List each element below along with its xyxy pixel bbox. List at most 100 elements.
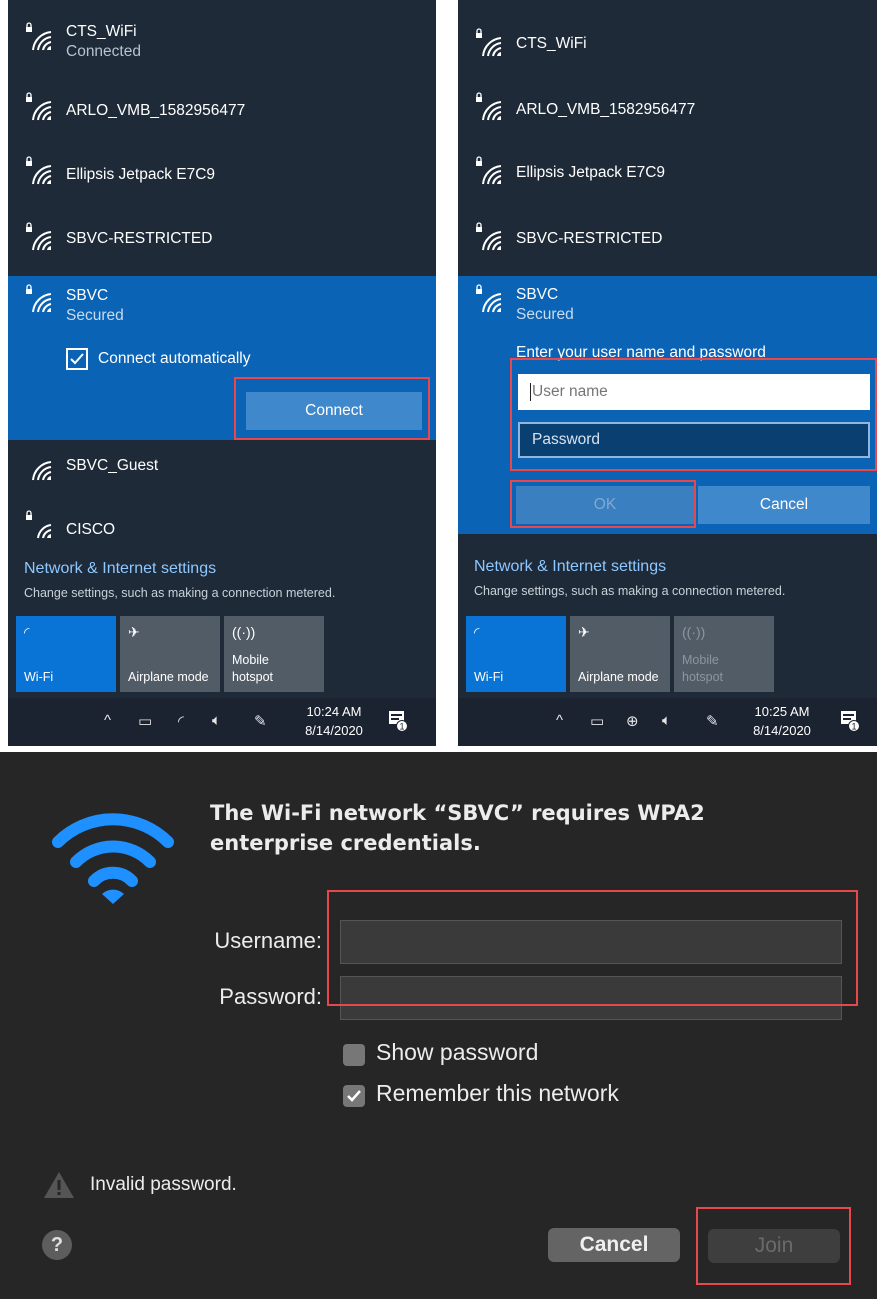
network-item-arlo[interactable]: ARLO_VMB_1582956477 bbox=[458, 92, 877, 132]
tile-label: Wi-Fi bbox=[474, 670, 504, 684]
credentials-prompt: Enter your user name and password bbox=[516, 344, 766, 361]
network-item-cisco[interactable]: CISCO bbox=[8, 510, 436, 546]
connect-automatically-checkbox[interactable] bbox=[66, 348, 88, 370]
username-input[interactable]: User name bbox=[518, 374, 870, 410]
notification-count: 1 bbox=[399, 722, 404, 732]
airplane-icon: ✈ bbox=[128, 624, 140, 640]
network-name: SBVC bbox=[516, 286, 559, 303]
network-name: SBVC-RESTRICTED bbox=[66, 230, 213, 247]
chevron-up-icon[interactable]: ^ bbox=[556, 712, 563, 729]
checkbox-checked-icon bbox=[347, 1090, 361, 1102]
network-item-cts-wifi[interactable]: CTS_WiFi Connected bbox=[8, 22, 436, 82]
wifi-tile[interactable]: ◜ Wi-Fi bbox=[466, 616, 566, 692]
network-item-cts-wifi[interactable]: CTS_WiFi bbox=[458, 28, 877, 68]
ok-button[interactable]: OK bbox=[516, 486, 694, 524]
wifi-secured-icon bbox=[26, 22, 52, 51]
remember-network-label: Remember this network bbox=[376, 1080, 619, 1106]
network-item-sbvc-restricted[interactable]: SBVC-RESTRICTED bbox=[458, 222, 877, 262]
tile-label: Mobile hotspot bbox=[232, 653, 274, 684]
wifi-secured-icon bbox=[476, 222, 502, 251]
wifi-secured-icon bbox=[26, 156, 52, 185]
network-status: Secured bbox=[516, 306, 574, 323]
network-item-sbvc-guest[interactable]: SBVC_Guest bbox=[8, 452, 436, 488]
notification-icon[interactable]: 1 bbox=[388, 710, 408, 732]
chevron-up-icon[interactable]: ^ bbox=[104, 712, 111, 729]
show-password-checkbox[interactable] bbox=[343, 1044, 365, 1066]
network-settings-link[interactable]: Network & Internet settings bbox=[24, 560, 216, 578]
mobile-hotspot-tile[interactable]: ((·)) Mobile hotspot bbox=[224, 616, 324, 692]
globe-icon[interactable]: ⊕ bbox=[626, 712, 639, 730]
mac-wifi-credentials-dialog: The Wi-Fi network “SBVC” requires WPA2 e… bbox=[0, 752, 877, 1299]
volume-icon[interactable]: 🔈︎ bbox=[212, 712, 221, 729]
dialog-title: The Wi-Fi network “SBVC” requires WPA2 e… bbox=[210, 801, 705, 855]
wifi-secured-icon bbox=[476, 92, 502, 121]
windows-network-flyout-left: CTS_WiFi Connected ARLO_VMB_1582956477 E… bbox=[8, 0, 436, 746]
checkbox-checked-icon bbox=[70, 353, 84, 365]
network-item-ellipsis[interactable]: Ellipsis Jetpack E7C9 bbox=[8, 156, 436, 196]
username-field[interactable] bbox=[340, 920, 842, 964]
password-field[interactable] bbox=[340, 976, 842, 1020]
network-status: Connected bbox=[66, 43, 141, 60]
password-label: Password: bbox=[219, 984, 322, 1009]
tile-label: Airplane mode bbox=[578, 670, 659, 684]
network-settings-subtitle: Change settings, such as making a connec… bbox=[474, 584, 786, 598]
network-item-sbvc-selected[interactable]: SBVC Secured Connect automatically Conne… bbox=[8, 276, 436, 440]
notification-count: 1 bbox=[851, 722, 856, 732]
join-button[interactable]: Join bbox=[708, 1229, 840, 1263]
battery-icon[interactable]: ▭ bbox=[590, 712, 604, 730]
network-item-ellipsis[interactable]: Ellipsis Jetpack E7C9 bbox=[458, 156, 877, 196]
username-label: Username: bbox=[214, 928, 322, 953]
airplane-mode-tile[interactable]: ✈ Airplane mode bbox=[570, 616, 670, 692]
airplane-mode-tile[interactable]: ✈ Airplane mode bbox=[120, 616, 220, 692]
wifi-icon[interactable]: ◜ bbox=[178, 712, 184, 730]
cancel-button[interactable]: Cancel bbox=[698, 486, 870, 524]
tile-label: Mobile hotspot bbox=[682, 653, 724, 684]
taskbar-clock[interactable]: 10:24 AM 8/14/2020 bbox=[298, 702, 370, 740]
network-name: SBVC bbox=[66, 287, 109, 304]
network-name: ARLO_VMB_1582956477 bbox=[516, 101, 696, 118]
pen-icon[interactable]: ✎ bbox=[706, 712, 719, 730]
connect-button[interactable]: Connect bbox=[246, 392, 422, 430]
warning-icon bbox=[44, 1172, 74, 1198]
network-item-sbvc-restricted[interactable]: SBVC-RESTRICTED bbox=[8, 222, 436, 262]
battery-icon[interactable]: ▭ bbox=[138, 712, 152, 730]
network-item-sbvc-selected[interactable]: SBVC Secured Enter your user name and pa… bbox=[458, 276, 877, 534]
flyout-bottom: Network & Internet settings Change setti… bbox=[458, 552, 877, 746]
clock-time: 10:24 AM bbox=[306, 704, 362, 719]
wifi-icon: ◜ bbox=[474, 624, 480, 640]
volume-icon[interactable]: 🔈︎ bbox=[662, 712, 671, 729]
cancel-button[interactable]: Cancel bbox=[548, 1228, 680, 1262]
network-name: CISCO bbox=[66, 521, 116, 538]
username-placeholder: User name bbox=[532, 383, 608, 400]
help-icon[interactable]: ? bbox=[42, 1230, 72, 1260]
network-name: ARLO_VMB_1582956477 bbox=[66, 102, 246, 119]
wifi-secured-icon bbox=[26, 284, 52, 313]
connect-automatically-label: Connect automatically bbox=[98, 350, 251, 367]
notification-icon[interactable]: 1 bbox=[840, 710, 860, 732]
wifi-secured-icon bbox=[476, 284, 502, 313]
taskbar-clock[interactable]: 10:25 AM 8/14/2020 bbox=[746, 702, 818, 740]
remember-network-checkbox[interactable] bbox=[343, 1085, 365, 1107]
airplane-icon: ✈ bbox=[578, 624, 590, 640]
show-password-label: Show password bbox=[376, 1039, 539, 1065]
hotspot-icon: ((·)) bbox=[232, 624, 256, 640]
text-cursor bbox=[530, 383, 531, 401]
network-name: Ellipsis Jetpack E7C9 bbox=[516, 164, 666, 181]
windows-network-flyout-right: CTS_WiFi ARLO_VMB_1582956477 Ellipsis Je… bbox=[458, 0, 877, 746]
network-settings-link[interactable]: Network & Internet settings bbox=[474, 558, 666, 576]
tile-label: Airplane mode bbox=[128, 670, 209, 684]
wifi-icon bbox=[32, 461, 52, 481]
clock-date: 8/14/2020 bbox=[305, 723, 363, 738]
mobile-hotspot-tile[interactable]: ((·)) Mobile hotspot bbox=[674, 616, 774, 692]
wifi-secured-icon bbox=[26, 222, 52, 251]
wifi-secured-icon bbox=[476, 28, 502, 57]
pen-icon[interactable]: ✎ bbox=[254, 712, 267, 730]
network-name: SBVC_Guest bbox=[66, 457, 159, 474]
clock-time: 10:25 AM bbox=[754, 704, 810, 719]
password-input[interactable]: Password bbox=[518, 422, 870, 458]
network-status: Secured bbox=[66, 307, 124, 324]
password-placeholder: Password bbox=[532, 431, 601, 448]
network-item-arlo[interactable]: ARLO_VMB_1582956477 bbox=[8, 92, 436, 132]
flyout-bottom: Network & Internet settings Change setti… bbox=[8, 556, 436, 746]
wifi-tile[interactable]: ◜ Wi-Fi bbox=[16, 616, 116, 692]
